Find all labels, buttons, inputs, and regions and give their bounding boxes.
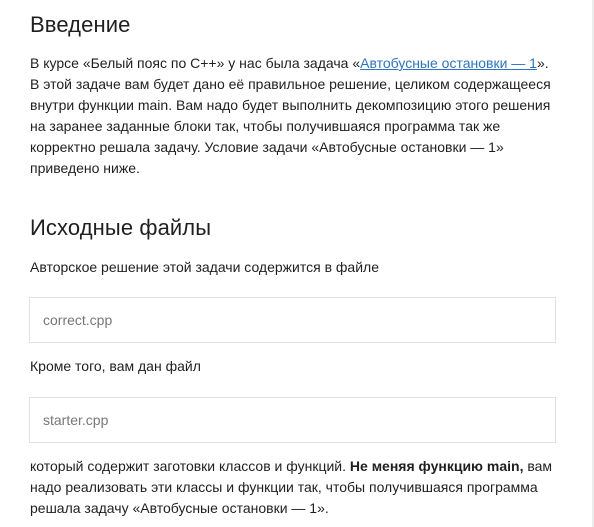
starter-cpp-file[interactable]: starter.cpp xyxy=(29,397,556,443)
bus-stops-task-link[interactable]: Автобусные остановки — 1 xyxy=(360,55,537,71)
dont-change-main-bold: Не меняя функцию main, xyxy=(349,458,524,474)
source-files-heading: Исходные файлы xyxy=(30,215,212,240)
intro-heading: Введение xyxy=(30,12,131,37)
correct-cpp-file[interactable]: correct.cpp xyxy=(29,297,556,343)
author-solution-text: Авторское решение этой задачи содержится… xyxy=(30,259,379,275)
intro-paragraph: В курсе «Белый пояс по C++» у нас была з… xyxy=(30,53,558,179)
tail-text-before-bold: который содержит заготовки классов и фун… xyxy=(30,458,350,474)
intro-text-before-link: В курсе «Белый пояс по C++» у нас была з… xyxy=(30,55,361,71)
page: Введение В курсе «Белый пояс по C++» у н… xyxy=(0,0,594,527)
starter-cpp-file-name: starter.cpp xyxy=(43,412,109,428)
also-given-text: Кроме того, вам дан файл xyxy=(30,358,201,374)
main-function-code: main xyxy=(137,97,169,113)
correct-cpp-file-name: correct.cpp xyxy=(43,312,113,328)
starter-description-paragraph: который содержит заготовки классов и фун… xyxy=(30,456,570,519)
